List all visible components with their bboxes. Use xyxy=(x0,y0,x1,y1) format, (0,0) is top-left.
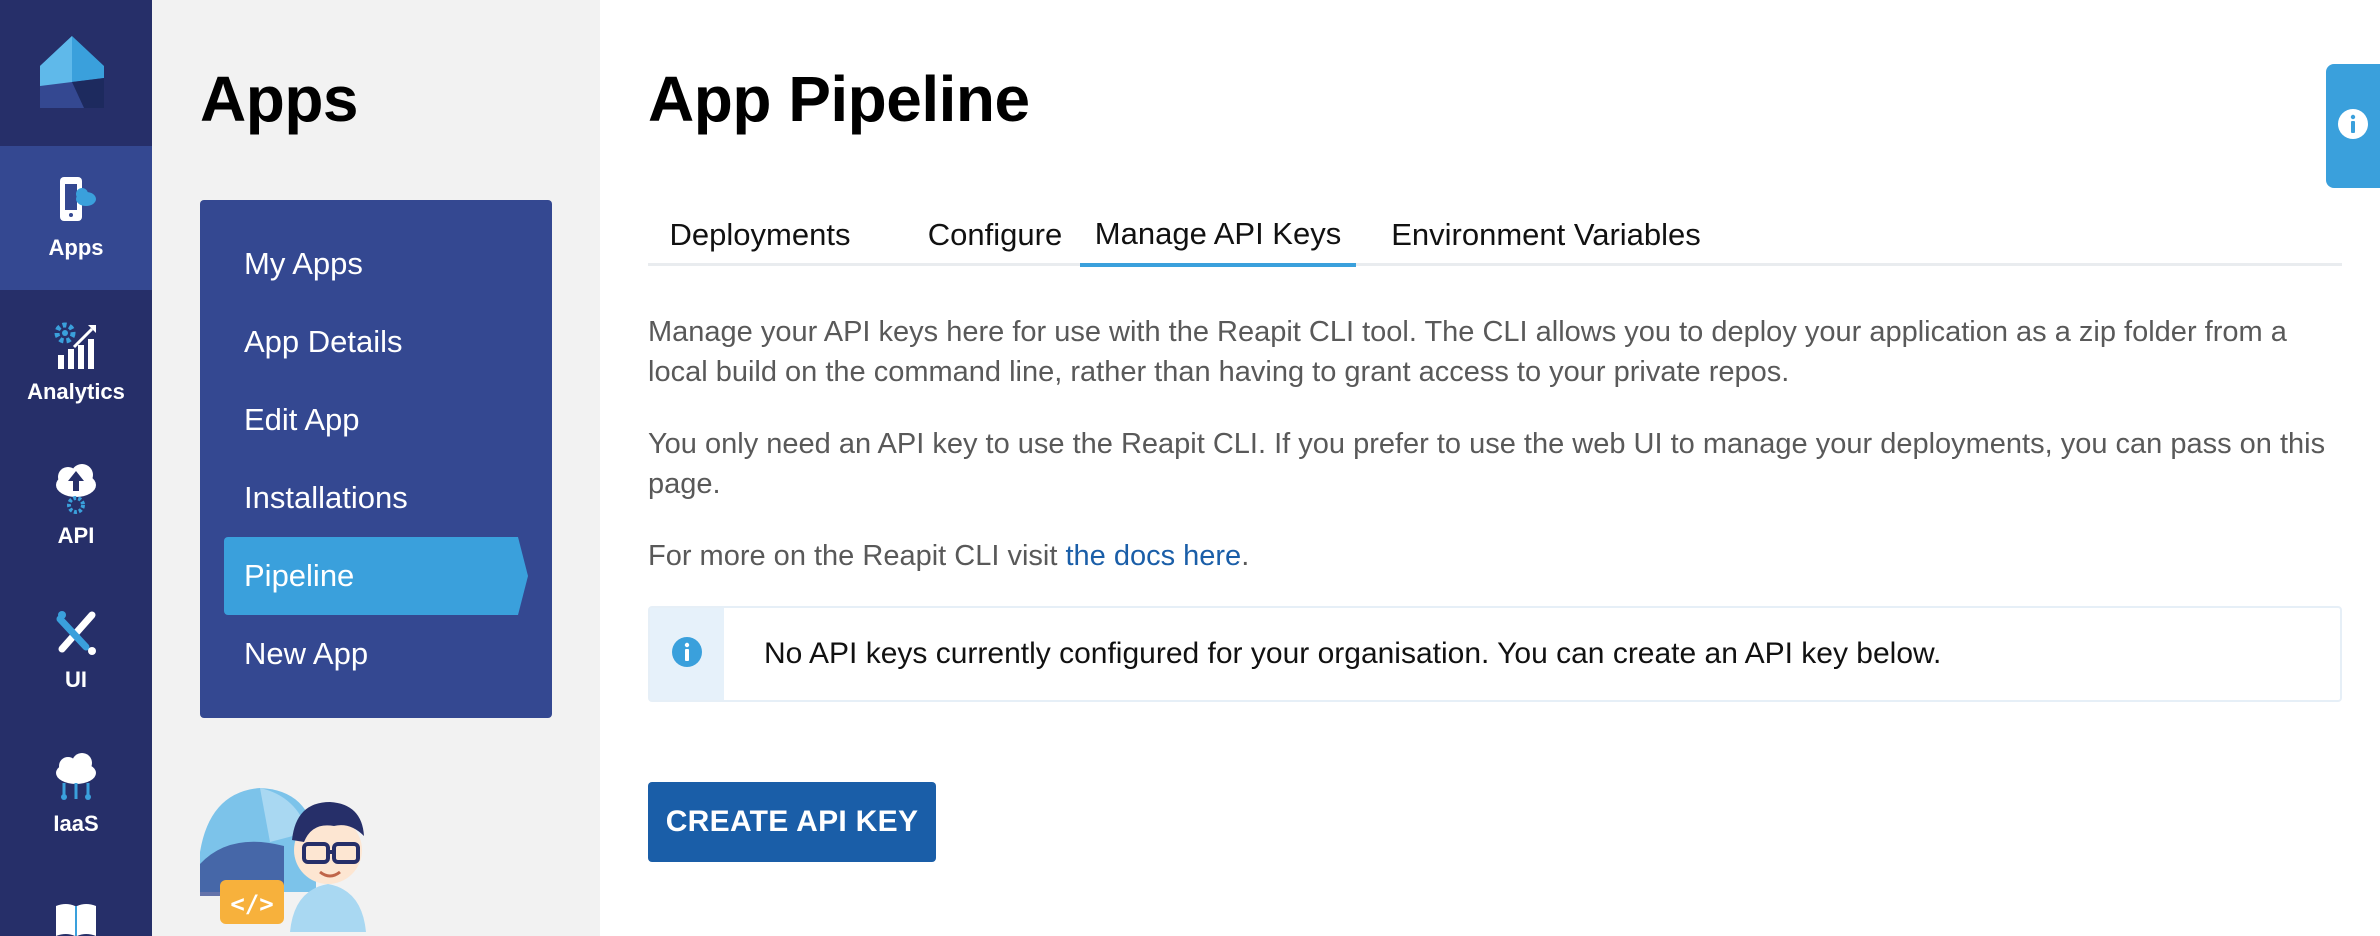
tab-deployments[interactable]: Deployments xyxy=(648,204,872,266)
menu-item-new-app[interactable]: New App xyxy=(200,615,552,693)
ui-icon xyxy=(50,607,102,659)
info-callout: No API keys currently configured for you… xyxy=(648,606,2342,702)
docs-paragraph-prefix: For more on the Reapit CLI visit xyxy=(648,540,1066,572)
tab-configure[interactable]: Configure xyxy=(888,204,1102,266)
nav-item-label: UI xyxy=(65,667,87,692)
menu-item-installations[interactable]: Installations xyxy=(200,459,552,537)
info-callout-text: No API keys currently configured for you… xyxy=(764,637,1942,670)
svg-text:</>: </> xyxy=(230,890,273,918)
info-icon xyxy=(2336,107,2370,146)
nav-item-docs[interactable] xyxy=(0,890,152,936)
api-icon xyxy=(50,463,102,515)
main-navigation: Apps Analytics API UI IaaS xyxy=(0,0,152,936)
docs-paragraph-suffix: . xyxy=(1241,540,1250,572)
nav-item-label: IaaS xyxy=(53,811,99,836)
tab-manage-api-keys[interactable]: Manage API Keys xyxy=(1080,204,1356,267)
iaas-icon xyxy=(50,751,102,803)
apps-menu: My Apps App Details Edit App Installatio… xyxy=(200,200,552,718)
tab-environment-variables[interactable]: Environment Variables xyxy=(1370,204,1722,266)
create-api-key-button[interactable]: CREATE API KEY xyxy=(648,782,936,862)
sidebar-title: Apps xyxy=(200,63,359,135)
nav-item-apps[interactable]: Apps xyxy=(0,146,152,290)
developer-illustration: </> xyxy=(200,772,376,936)
reapit-logo-icon[interactable] xyxy=(40,36,104,108)
nav-item-api[interactable]: API xyxy=(0,434,152,578)
tab-bar: Deployments Configure Manage API Keys En… xyxy=(648,204,2342,267)
docs-link[interactable]: the docs here xyxy=(1065,540,1241,572)
apps-icon xyxy=(50,175,102,227)
info-paragraph: You only need an API key to use the Reap… xyxy=(648,428,2326,500)
nav-item-ui[interactable]: UI xyxy=(0,578,152,722)
nav-item-analytics[interactable]: Analytics xyxy=(0,290,152,434)
nav-item-label: API xyxy=(57,523,95,548)
main-content: App Pipeline Deployments Configure Manag… xyxy=(600,0,2380,936)
page-title: App Pipeline xyxy=(648,63,1030,135)
menu-item-my-apps[interactable]: My Apps xyxy=(200,225,552,303)
info-icon xyxy=(671,636,703,673)
nav-item-label: Analytics xyxy=(27,379,125,404)
intro-paragraph: Manage your API keys here for use with t… xyxy=(648,316,2287,388)
secondary-sidebar: Apps My Apps App Details Edit App Instal… xyxy=(152,0,600,936)
book-icon xyxy=(50,902,102,936)
menu-item-edit-app[interactable]: Edit App xyxy=(200,381,552,459)
menu-item-pipeline[interactable]: Pipeline xyxy=(224,537,528,615)
nav-item-iaas[interactable]: IaaS xyxy=(0,722,152,866)
docs-paragraph: For more on the Reapit CLI visit the doc… xyxy=(648,536,2348,576)
info-callout-side xyxy=(650,608,724,700)
help-tab[interactable] xyxy=(2326,64,2380,188)
nav-item-label: Apps xyxy=(48,235,104,260)
analytics-icon xyxy=(50,319,102,371)
menu-item-app-details[interactable]: App Details xyxy=(200,303,552,381)
